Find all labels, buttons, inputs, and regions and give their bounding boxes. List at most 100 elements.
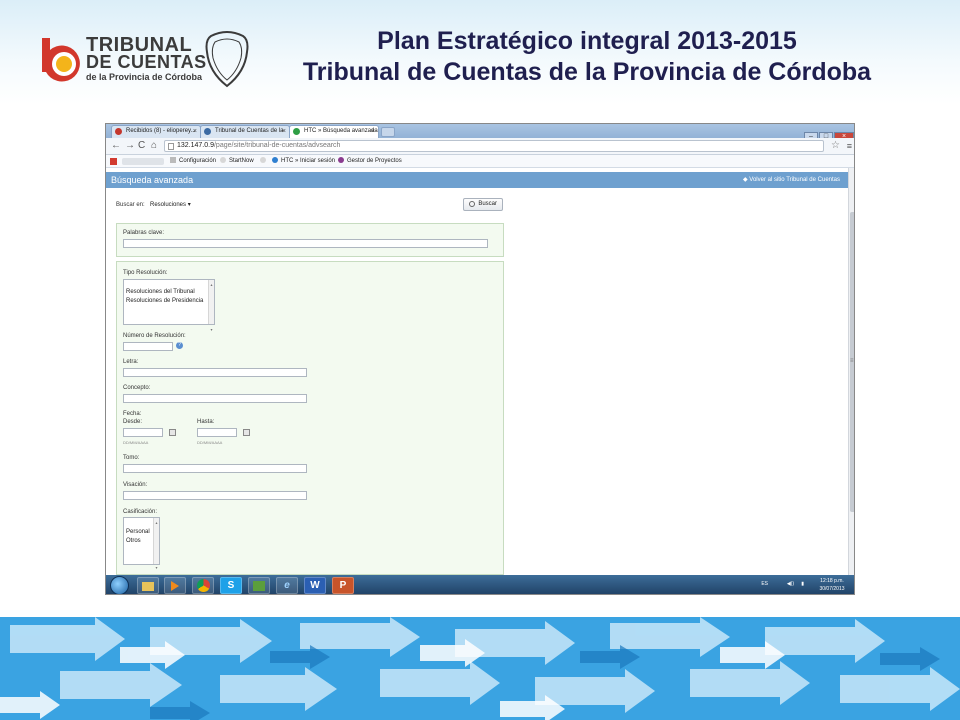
url-host: 132.147.0.9 [177,142,214,149]
casificacion-list[interactable]: Personal Otros ▴ ▾ [123,517,160,570]
bookmark-startnow[interactable]: StartNow [220,155,254,167]
windows-taskbar: S e W P ES ◀)) ▮ 12:18 p.m. 30/07/2013 [106,575,854,594]
tomo-input[interactable] [123,464,307,473]
reload-icon[interactable]: C [138,140,145,152]
list-item[interactable]: Resoluciones de Presidencia [126,297,214,306]
concepto-label: Concepto: [123,385,151,391]
browser-toolbar: ← → C ⌂ 132.147.0.9/page/site/tribunal-d… [106,138,854,155]
back-link[interactable]: ◆ Volver al sitio Tribunal de Cuentas [743,172,840,188]
network-icon[interactable]: ▮ [801,581,804,587]
decorative-arrows-band [0,617,960,720]
clock-date: 30/07/2013 [819,586,845,592]
forward-arrow-icon[interactable]: → [125,140,135,152]
bookmark-star-icon[interactable]: ☆ [831,140,840,152]
home-icon[interactable]: ⌂ [151,140,157,152]
palabras-clave-input[interactable] [123,239,488,248]
hasta-input[interactable] [197,428,237,437]
bookmark-configuracion[interactable]: Configuración [170,155,216,167]
bookmark-gestor[interactable]: Gestor de Proyectos [338,155,402,167]
page-scrollbar[interactable]: ≡ [848,168,854,575]
app-icon[interactable] [248,577,270,594]
hasta-label: Hasta: [197,419,215,425]
browser-screenshot: Recibidos (8) - elioperey... × Tribunal … [105,123,855,595]
startnow-icon [220,157,226,163]
back-arrow-icon[interactable]: ← [111,140,121,152]
bookmark-separator [260,155,269,167]
logo-mark-icon [42,38,80,82]
calendar-icon[interactable] [243,429,250,436]
tab-label: Recibidos (8) - elioperey... [126,128,196,134]
site-icon [204,128,211,135]
bookmark-htc-login[interactable]: HTC » Iniciar sesión [272,155,335,167]
slide-title-line2: Tribunal de Cuentas de la Provincia de C… [302,58,872,86]
word-icon[interactable]: W [304,577,326,594]
chrome-icon [293,128,300,135]
chrome-icon [272,157,278,163]
search-icon [469,201,475,207]
tipo-resolucion-list[interactable]: Resoluciones del Tribunal Resoluciones d… [123,279,215,332]
bookmark-blurred[interactable] [122,158,164,165]
gmail-icon [115,128,122,135]
chrome-icon[interactable] [192,577,214,594]
bookmark-label: Gestor de Proyectos [347,158,402,164]
clock[interactable]: 12:18 p.m. 30/07/2013 [812,577,852,593]
menu-icon[interactable]: ≡ [847,140,852,152]
bookmark-label: Configuración [179,158,217,164]
apps-icon[interactable] [110,158,117,165]
ie-icon[interactable]: e [276,577,298,594]
shield-icon [205,31,249,88]
visacion-label: Visación: [123,482,148,488]
volume-icon[interactable]: ◀)) [787,581,794,587]
page-icon [168,143,174,150]
buscar-en-label: Buscar en: [116,202,145,208]
visacion-input[interactable] [123,491,307,500]
slide: TRIBUNAL DE CUENTAS de la Provincia de C… [0,0,960,720]
numero-resolucion-input[interactable] [123,342,173,351]
desde-input[interactable] [123,428,163,437]
list-scrollbar[interactable]: ▴ ▾ [153,518,159,570]
close-icon[interactable]: × [282,126,286,137]
tipo-resolucion-label: Tipo Resolución: [123,270,168,276]
start-button[interactable] [110,576,129,594]
tab-label: HTC » Búsqueda avanzada [304,128,378,134]
tab-gmail[interactable]: Recibidos (8) - elioperey... × [111,125,201,138]
calendar-icon[interactable] [169,429,176,436]
dot-icon [260,157,266,163]
new-tab-button[interactable] [381,127,395,137]
url-path: /page/site/tribunal-de-cuentas/advsearch [213,142,341,149]
bookmark-label: HTC » Iniciar sesión [281,158,336,164]
web-page: Búsqueda avanzada ◆ Volver al sitio Trib… [106,168,854,575]
buscar-en-value: Resoluciones [150,202,187,208]
bookmark-label: StartNow [229,158,254,164]
skype-icon[interactable]: S [220,577,242,594]
letra-label: Letra: [123,359,139,365]
page-icon [170,157,176,163]
slide-title: Plan Estratégico integral 2013-2015 Trib… [262,26,912,88]
folder-icon[interactable] [137,577,159,594]
filters-fieldset: Tipo Resolución: Resoluciones del Tribun… [116,261,504,575]
close-icon[interactable]: × [371,126,375,137]
keywords-fieldset: Palabras clave: [116,223,504,257]
powerpoint-icon[interactable]: P [332,577,354,594]
portlet-header: Búsqueda avanzada ◆ Volver al sitio Trib… [106,172,848,188]
tribunal-logo: TRIBUNAL DE CUENTAS de la Provincia de C… [36,28,256,90]
tab-busqueda[interactable]: HTC » Búsqueda avanzada × [289,125,379,138]
list-scrollbar[interactable]: ▴ ▾ [208,280,214,332]
bookmarks-bar: Configuración StartNow HTC » Iniciar ses… [106,155,854,168]
casificacion-label: Casificación: [123,509,158,515]
close-icon[interactable]: × [193,126,197,137]
letra-input[interactable] [123,368,307,377]
concepto-input[interactable] [123,394,307,403]
page-title: Búsqueda avanzada [111,175,194,185]
search-button[interactable]: Buscar [463,198,503,211]
tab-tribunal[interactable]: Tribunal de Cuentas de la × [200,125,290,138]
tomo-label: Tomo: [123,455,140,461]
list-item[interactable]: Resoluciones del Tribunal [126,288,214,297]
address-bar[interactable]: 132.147.0.9/page/site/tribunal-de-cuenta… [164,140,824,152]
media-player-icon[interactable] [164,577,186,594]
hasta-hint: DD/MM/AAAA [197,440,223,445]
language-indicator[interactable]: ES [761,581,768,587]
help-icon[interactable]: ? [176,342,183,349]
desde-label: Desde: [123,419,143,425]
buscar-en-dropdown[interactable]: Resoluciones ▾ [150,201,191,208]
